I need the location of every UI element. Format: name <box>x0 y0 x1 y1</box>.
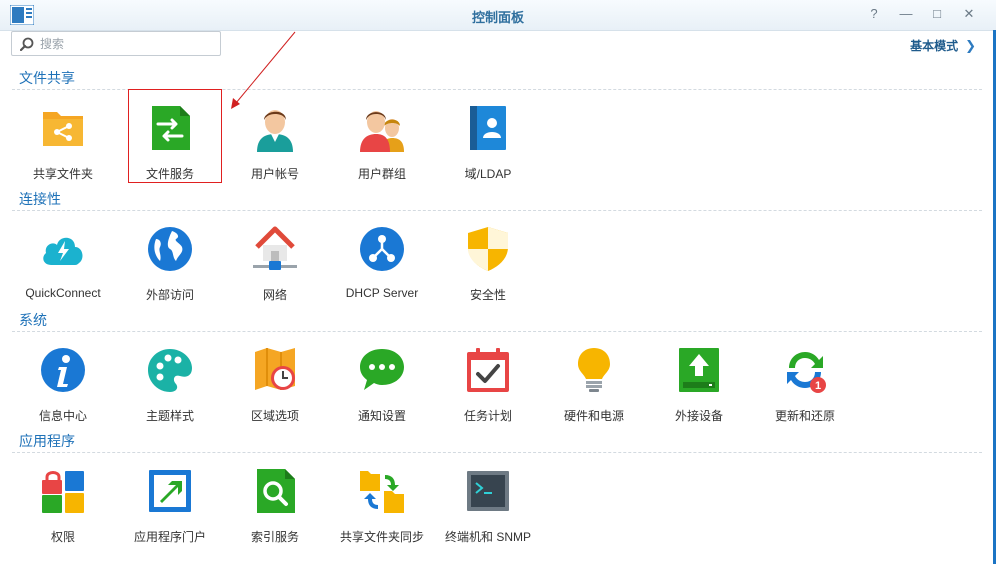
item-label: 更新和还原 <box>774 409 835 423</box>
item-label: 网络 <box>262 288 287 302</box>
task-calendar-icon <box>467 348 509 392</box>
item-label: 索引服务 <box>250 530 299 544</box>
section-divider <box>12 331 982 332</box>
item-external-devices[interactable]: 外接设备 <box>646 346 752 424</box>
palette-icon <box>148 349 192 392</box>
regional-clock-icon <box>255 348 295 390</box>
item-hardware-power[interactable]: 硬件和电源 <box>541 346 647 424</box>
item-update-restore[interactable]: 1 更新和还原 <box>752 346 858 424</box>
item-label: DHCP Server <box>345 286 419 300</box>
app-portal-icon <box>149 470 191 512</box>
item-task-scheduler[interactable]: 任务计划 <box>435 346 541 424</box>
external-access-icon <box>148 227 192 271</box>
lightbulb-icon <box>578 348 610 392</box>
item-label: 安全性 <box>469 288 506 302</box>
update-badge: 1 <box>815 380 821 392</box>
item-folder-sync[interactable]: 共享文件夹同步 <box>329 467 435 545</box>
item-quickconnect[interactable]: QuickConnect <box>10 225 116 300</box>
item-privileges[interactable]: 权限 <box>10 467 116 545</box>
item-info-center[interactable]: 信息中心 <box>10 346 116 424</box>
section-title: 系统 <box>19 312 47 328</box>
item-label: 通知设置 <box>357 409 406 423</box>
dhcp-icon <box>360 227 404 271</box>
item-terminal-snmp[interactable]: 终端机和 SNMP <box>435 467 541 545</box>
item-notification[interactable]: 通知设置 <box>329 346 435 424</box>
security-shield-icon <box>468 227 508 271</box>
item-indexing-service[interactable]: 索引服务 <box>222 467 328 545</box>
item-network[interactable]: 网络 <box>222 225 328 303</box>
section-divider <box>12 452 982 453</box>
info-icon <box>41 348 85 392</box>
index-search-icon <box>257 469 295 513</box>
item-label: 主题样式 <box>145 409 194 423</box>
privileges-icon <box>42 471 84 513</box>
section-title: 应用程序 <box>19 433 75 449</box>
item-label: 外接设备 <box>674 409 723 423</box>
item-label: 共享文件夹同步 <box>339 530 424 544</box>
folder-sync-icon <box>360 471 404 513</box>
item-label: 区域选项 <box>250 409 299 423</box>
item-security[interactable]: 安全性 <box>435 225 541 303</box>
terminal-icon <box>467 471 509 511</box>
item-app-portal[interactable]: 应用程序门户 <box>117 467 223 545</box>
network-icon <box>253 226 297 270</box>
item-label: 任务计划 <box>463 409 512 423</box>
item-label: 信息中心 <box>38 409 87 423</box>
section-title: 连接性 <box>19 191 61 207</box>
external-device-icon <box>679 348 719 392</box>
item-regional-options[interactable]: 区域选项 <box>222 346 328 424</box>
item-label: 硬件和电源 <box>563 409 624 423</box>
item-label: 终端机和 SNMP <box>444 530 531 544</box>
section-divider <box>12 210 982 211</box>
notification-chat-icon <box>360 349 404 390</box>
item-label: 应用程序门户 <box>133 530 206 544</box>
update-restore-icon: 1 <box>787 352 826 393</box>
item-label: 外部访问 <box>145 288 194 302</box>
item-label: 权限 <box>50 530 75 544</box>
quickconnect-icon <box>43 237 83 265</box>
item-theme[interactable]: 主题样式 <box>117 346 223 424</box>
item-dhcp-server[interactable]: DHCP Server <box>329 225 435 300</box>
item-label: QuickConnect <box>25 286 101 300</box>
item-external-access[interactable]: 外部访问 <box>117 225 223 303</box>
